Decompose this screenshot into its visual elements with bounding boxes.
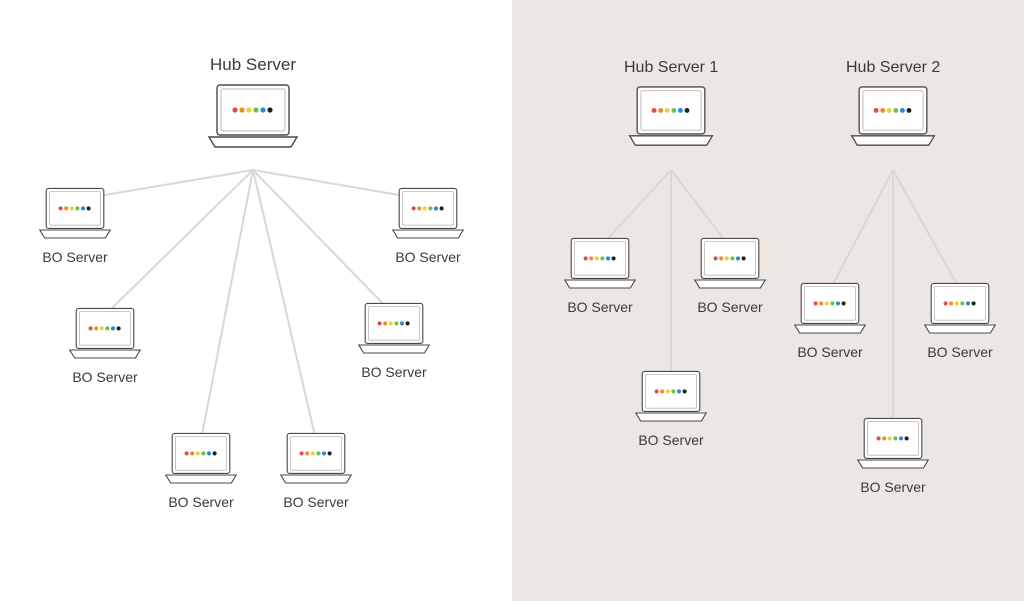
label-right-h1-bo-b: BO Server: [631, 432, 711, 449]
label-left-bo-br: BO Server: [276, 494, 356, 511]
laptop-icon: [624, 83, 718, 151]
laptop-icon: [65, 305, 145, 363]
laptop-icon: [631, 368, 711, 426]
node-right-h1-bo-r: BO Server: [690, 235, 770, 316]
diagram-canvas: Hub Server BO Server: [0, 0, 1024, 601]
line-l-hub-bo-br: [253, 170, 316, 440]
label-left-bo-bl: BO Server: [161, 494, 241, 511]
node-left-bo-br: BO Server: [276, 430, 356, 511]
label-left-bo-tl: BO Server: [35, 249, 115, 266]
label-left-hub: Hub Server: [203, 55, 303, 75]
label-right-h1-bo-r: BO Server: [690, 299, 770, 316]
laptop-icon: [846, 83, 940, 151]
label-right-h2-bo-r: BO Server: [920, 344, 1000, 361]
laptop-icon: [920, 280, 1000, 338]
line-l-hub-bo-ml: [105, 170, 253, 315]
node-right-hub1: Hub Server 1: [624, 58, 718, 157]
node-right-h2-bo-l: BO Server: [790, 280, 870, 361]
label-left-bo-mr: BO Server: [354, 364, 434, 381]
node-right-hub2: Hub Server 2: [846, 58, 940, 157]
node-left-bo-mr: BO Server: [354, 300, 434, 381]
node-right-h2-bo-b: BO Server: [853, 415, 933, 496]
laptop-icon: [276, 430, 356, 488]
laptop-icon: [853, 415, 933, 473]
laptop-icon: [560, 235, 640, 293]
node-left-bo-bl: BO Server: [161, 430, 241, 511]
label-right-h1-bo-l: BO Server: [560, 299, 640, 316]
label-left-bo-tr: BO Server: [388, 249, 468, 266]
laptop-icon: [203, 81, 303, 153]
node-left-bo-tr: BO Server: [388, 185, 468, 266]
node-left-hub: Hub Server: [203, 55, 303, 159]
node-right-h2-bo-r: BO Server: [920, 280, 1000, 361]
label-right-h2-bo-l: BO Server: [790, 344, 870, 361]
node-left-bo-ml: BO Server: [65, 305, 145, 386]
laptop-icon: [35, 185, 115, 243]
label-right-h2-bo-b: BO Server: [853, 479, 933, 496]
laptop-icon: [354, 300, 434, 358]
laptop-icon: [790, 280, 870, 338]
laptop-icon: [388, 185, 468, 243]
label-right-hub2: Hub Server 2: [846, 58, 940, 77]
node-right-h1-bo-l: BO Server: [560, 235, 640, 316]
laptop-icon: [690, 235, 770, 293]
line-l-hub-bo-mr: [253, 170, 394, 315]
node-right-h1-bo-b: BO Server: [631, 368, 711, 449]
laptop-icon: [161, 430, 241, 488]
label-left-bo-ml: BO Server: [65, 369, 145, 386]
line-l-hub-bo-bl: [201, 170, 253, 440]
label-right-hub1: Hub Server 1: [624, 58, 718, 77]
node-left-bo-tl: BO Server: [35, 185, 115, 266]
